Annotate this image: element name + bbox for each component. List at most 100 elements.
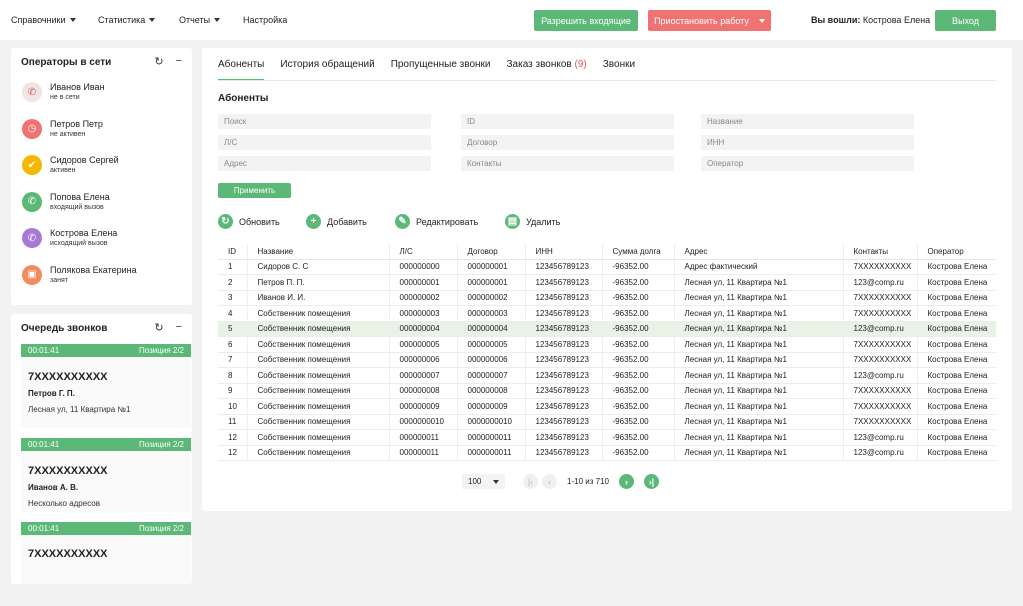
filter-input[interactable] (218, 114, 431, 129)
table-cell: 11 (218, 414, 248, 430)
queue-item[interactable]: 00:01:41 Позиция 2/2 7XXXXXXXXXX (21, 522, 191, 584)
table-cell: 10 (218, 398, 248, 415)
table-cell: Петров П. П. (247, 274, 390, 291)
column-header[interactable]: ИНН (525, 244, 603, 260)
operator-name: Полякова Екатерина (50, 264, 137, 275)
edit-button[interactable]: ✎ Редактировать (395, 214, 478, 229)
table-row[interactable]: 1 Сидоров С. С 000000000 000000001 123456789… (218, 259, 996, 275)
operator-item[interactable]: ▣ Полякова Екатерина занят (22, 263, 192, 291)
table-cell: Кострова Елена (917, 290, 996, 306)
menu-directories[interactable]: Справочники (11, 15, 76, 25)
filter-input[interactable] (701, 156, 914, 171)
tab-2[interactable]: История обращений (280, 59, 374, 81)
filter-input[interactable] (218, 135, 431, 150)
menu-reports[interactable]: Отчеты (179, 15, 221, 25)
table-cell: 123@comp.ru (843, 367, 918, 384)
per-page-select[interactable]: 100 (462, 474, 505, 489)
operators-panel: Операторы в сети ↻ − ✆ Иванов Иван не в сет… (11, 48, 192, 305)
table-row[interactable]: 12 Собственник помещения 000000011 00000000… (218, 445, 996, 461)
column-header[interactable]: Контакты (843, 244, 918, 260)
filter-input[interactable] (701, 135, 914, 150)
column-header[interactable]: Адрес (674, 244, 844, 260)
queue-item[interactable]: 00:01:41 Позиция 2/2 7XXXXXXXXXX Петров Г. … (21, 344, 191, 428)
operator-item[interactable]: ✔ Сидоров Сергей активен (22, 153, 192, 181)
apply-button[interactable]: Применить (218, 183, 291, 198)
menu-label: Отчеты (179, 15, 211, 25)
tab-5[interactable]: Звонки (603, 59, 635, 81)
refresh-icon[interactable]: ↻ (154, 321, 163, 334)
column-header[interactable]: Договор (457, 244, 526, 260)
column-header[interactable]: ID (218, 244, 248, 260)
operator-item[interactable]: ✆ Иванов Иван не в сети (22, 80, 192, 108)
table-cell: 000000002 (457, 290, 526, 306)
table-row[interactable]: 7 Собственник помещения 000000006 000000006… (218, 352, 996, 368)
tab-3[interactable]: Пропущенные звонки (391, 59, 491, 81)
next-page-icon[interactable]: › (618, 474, 634, 489)
column-header[interactable]: Сумма долга (602, 244, 675, 260)
table-cell: Кострова Елена (917, 398, 996, 415)
add-button[interactable]: + Добавить (306, 214, 367, 229)
plus-icon: + (306, 214, 321, 229)
logout-button[interactable]: Выход (935, 10, 996, 31)
table-row[interactable]: 6 Собственник помещения 000000005 000000005… (218, 336, 996, 353)
outgoing-call-icon: ✆ (27, 232, 37, 244)
table-row[interactable]: 8 Собственник помещения 000000007 000000007… (218, 367, 996, 384)
table-cell: Собственник помещения (247, 429, 390, 446)
collapse-icon[interactable]: − (176, 55, 182, 68)
queue-time: 00:01:41 (28, 346, 60, 355)
queue-item[interactable]: 00:01:41 Позиция 2/2 7XXXXXXXXXX Иванов А. … (21, 438, 191, 512)
filter-input[interactable] (218, 156, 431, 171)
queue-title: Очередь звонков (21, 323, 108, 334)
column-header[interactable]: Название (247, 244, 390, 260)
allow-incoming-button[interactable]: Разрешить входящие (534, 10, 638, 31)
table-cell: 9 (218, 383, 248, 399)
clock-icon: ◷ (27, 123, 37, 134)
filter-input[interactable] (461, 156, 674, 171)
prev-page-icon[interactable]: ‹ (542, 474, 557, 489)
collapse-icon[interactable]: − (176, 321, 182, 334)
table-row[interactable]: 11 Собственник помещения 0000000010 0000000… (218, 414, 996, 430)
refresh-label: Обновить (239, 216, 280, 227)
tab-1[interactable]: Абоненты (218, 59, 265, 81)
filter-input[interactable] (461, 114, 674, 129)
menu-label: Справочники (11, 15, 66, 25)
caret-down-icon (149, 18, 156, 22)
table-row[interactable]: 4 Собственник помещения 000000003 000000003… (218, 305, 996, 322)
add-label: Добавить (327, 216, 367, 227)
last-page-icon[interactable]: ›| (643, 474, 659, 489)
table-row[interactable]: 9 Собственник помещения 000000008 000000008… (218, 383, 996, 399)
table-row[interactable]: 2 Петров П. П. 000000001 000000001 123456789… (218, 274, 996, 291)
refresh-button[interactable]: ↻ Обновить (218, 214, 280, 229)
table-cell: 000000006 (389, 352, 458, 368)
table-row[interactable]: 10 Собственник помещения 000000009 00000000… (218, 398, 996, 415)
operator-avatar: ✆ (22, 228, 42, 248)
table-cell: 5 (218, 321, 248, 337)
pause-work-button[interactable]: Приостановить работу (648, 10, 771, 31)
operator-item[interactable]: ◷ Петров Петр не активен (22, 117, 192, 145)
column-header[interactable]: Л/С (389, 244, 458, 260)
refresh-icon[interactable]: ↻ (154, 55, 163, 68)
table-cell: -96352.00 (602, 445, 675, 461)
tab-4[interactable]: Заказ звонков (9) (507, 59, 587, 81)
table-cell: 0000000011 (457, 445, 526, 461)
column-header[interactable]: Оператор (917, 244, 996, 260)
first-page-icon[interactable]: |‹ (523, 474, 538, 489)
call-queue-panel: Очередь звонков ↻ − 00:01:41 Позиция 2/2 7X… (11, 314, 192, 584)
delete-button[interactable]: ▤ Удалить (505, 214, 560, 229)
table-row[interactable]: 3 Иванов И. И. 000000002 000000002 123456789… (218, 290, 996, 306)
menu-statistics[interactable]: Статистика (98, 15, 156, 25)
table-cell: -96352.00 (602, 429, 675, 446)
table-cell: -96352.00 (602, 259, 675, 275)
filter-input[interactable] (701, 114, 914, 129)
operator-item[interactable]: ✆ Попова Елена входящий вызов (22, 190, 192, 218)
table-row[interactable]: 12 Собственник помещения 000000011 00000000… (218, 429, 996, 446)
table-cell: Лесная ул, 11 Квартира №1 (674, 290, 844, 306)
operator-item[interactable]: ✆ Кострова Елена исходящий вызов (22, 226, 192, 254)
menu-settings[interactable]: Настройка (243, 15, 287, 25)
operator-status: занят (50, 276, 68, 284)
table-cell: 000000009 (389, 398, 458, 415)
table-cell: -96352.00 (602, 383, 675, 399)
filter-input[interactable] (461, 135, 674, 150)
table-row[interactable]: 5 Собственник помещения 000000004 000000004… (218, 321, 996, 337)
queue-caller-name: Петров Г. П. (28, 389, 75, 398)
